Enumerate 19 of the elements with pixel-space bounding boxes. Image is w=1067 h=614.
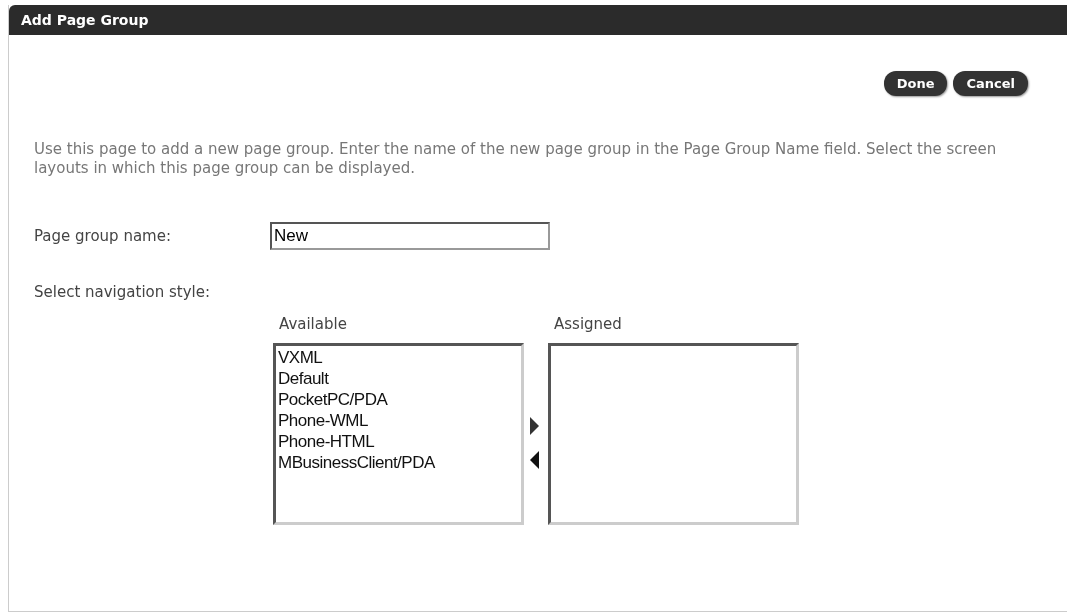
- assigned-listbox[interactable]: [548, 343, 799, 525]
- name-input-field[interactable]: New: [270, 222, 550, 250]
- navigation-label: Select navigation style:: [34, 283, 212, 301]
- field-label: Page group name:: [34, 227, 172, 245]
- list-option[interactable]: VXML: [278, 347, 519, 368]
- available-listbox[interactable]: VXML Default PocketPC/PDA Phone-WML Phone-HTML MBusinessClient/PDA: [273, 343, 524, 525]
- move-left-icon[interactable]: [530, 451, 539, 469]
- list-option[interactable]: Phone-WML: [278, 410, 519, 431]
- dialog-button[interactable]: Done: [883, 71, 948, 96]
- description-text: Use this page to add a new page group. Enter the name of the new page group in the Page Group Name field. Select the screen layouts in which this page group can be displayed.: [34, 140, 998, 178]
- list-heading: Available: [279, 315, 348, 333]
- list-option[interactable]: MBusinessClient/PDA: [278, 452, 519, 473]
- list-heading: Assigned: [554, 315, 623, 333]
- list-option[interactable]: Default: [278, 368, 519, 389]
- dialog-button[interactable]: Cancel: [953, 71, 1028, 96]
- list-option[interactable]: Phone-HTML: [278, 431, 519, 452]
- window-title: Add Page Group: [9, 5, 1067, 35]
- move-right-icon[interactable]: [530, 417, 539, 435]
- list-option[interactable]: PocketPC/PDA: [278, 389, 519, 410]
